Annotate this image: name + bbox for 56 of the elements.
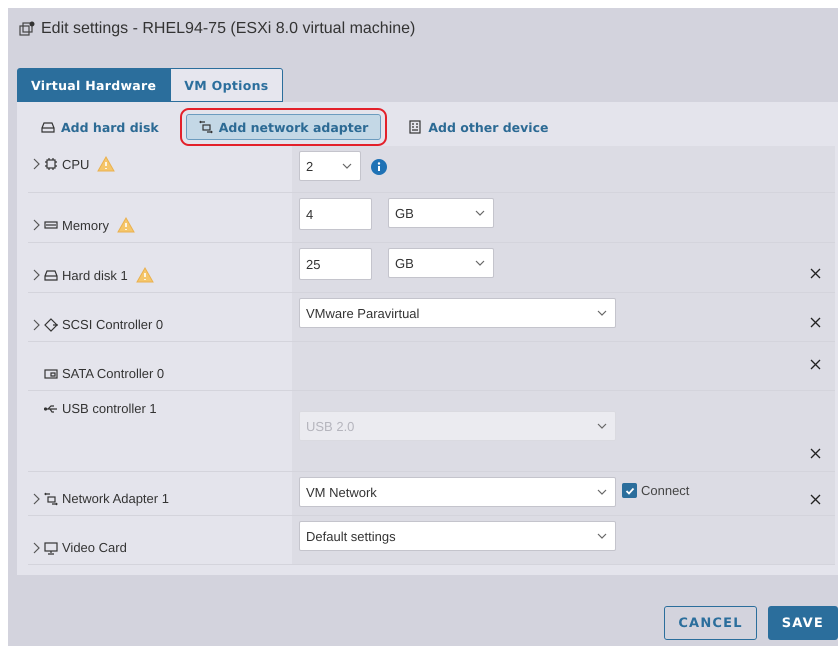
input-field[interactable]: 25 bbox=[299, 248, 372, 280]
expand-chevron-icon[interactable] bbox=[32, 492, 40, 504]
close-icon bbox=[810, 494, 820, 504]
dropdown[interactable]: GB bbox=[388, 198, 494, 228]
controller-card-icon bbox=[44, 366, 58, 380]
dialog-title: Edit settings - RHEL94-75 (ESXi 8.0 virtual machine) bbox=[41, 20, 416, 38]
expand-chevron-icon[interactable] bbox=[32, 158, 40, 170]
device-label: Memory bbox=[62, 218, 109, 232]
tab[interactable]: VM Options bbox=[170, 68, 283, 102]
warning-icon bbox=[136, 267, 154, 283]
settings-icon bbox=[19, 21, 35, 37]
dropdown[interactable]: GB bbox=[388, 248, 494, 278]
expand-chevron-icon[interactable] bbox=[32, 318, 40, 330]
diamond-icon bbox=[44, 318, 58, 332]
dropdown[interactable]: VM Network bbox=[299, 477, 616, 507]
close-icon bbox=[810, 359, 820, 370]
close-icon bbox=[810, 268, 820, 278]
expand-chevron-icon[interactable] bbox=[32, 219, 40, 231]
chevron-down-icon bbox=[597, 489, 607, 495]
toolbar-button[interactable]: Add other device bbox=[395, 114, 562, 140]
chevron-down-icon bbox=[597, 423, 607, 429]
device-label: SATA Controller 0 bbox=[62, 366, 164, 381]
chip-icon bbox=[44, 157, 58, 171]
device-label: Video Card bbox=[62, 540, 127, 555]
device-label: Hard disk 1 bbox=[62, 268, 128, 282]
warning-icon bbox=[97, 156, 116, 172]
device-panel-icon bbox=[408, 120, 422, 134]
input-field[interactable]: 4 bbox=[299, 198, 372, 230]
toolbar-button[interactable]: Add hard disk bbox=[28, 114, 172, 140]
chevron-down-icon bbox=[597, 533, 607, 539]
checkmark-icon bbox=[624, 486, 634, 496]
device-label: SCSI Controller 0 bbox=[62, 317, 164, 332]
device-label: CPU bbox=[62, 156, 90, 172]
close-icon bbox=[810, 317, 820, 328]
save-button[interactable]: SAVE bbox=[768, 606, 838, 640]
network-adapter-icon bbox=[198, 120, 213, 134]
expand-chevron-icon[interactable] bbox=[32, 542, 40, 554]
expand-chevron-icon[interactable] bbox=[32, 269, 40, 281]
dropdown[interactable]: VMware Paravirtual bbox=[299, 298, 616, 328]
monitor-icon bbox=[44, 540, 58, 554]
info-icon[interactable] bbox=[371, 159, 387, 175]
close-icon bbox=[810, 448, 820, 459]
connect-checkbox[interactable]: Connect bbox=[622, 483, 690, 498]
checkbox[interactable] bbox=[622, 483, 637, 498]
network-adapter-icon bbox=[44, 492, 58, 506]
dropdown[interactable]: Default settings bbox=[299, 521, 616, 551]
chevron-down-icon bbox=[475, 260, 485, 266]
dropdown[interactable]: 2 bbox=[299, 151, 361, 181]
device-label: Network Adapter 1 bbox=[62, 491, 169, 506]
chevron-down-icon bbox=[342, 163, 352, 169]
chevron-down-icon bbox=[597, 310, 607, 316]
device-label: USB controller 1 bbox=[62, 401, 157, 416]
chevron-down-icon bbox=[475, 210, 485, 216]
warning-icon bbox=[116, 217, 135, 233]
tab[interactable]: Virtual Hardware bbox=[17, 68, 170, 102]
cancel-button[interactable]: CANCEL bbox=[664, 606, 757, 640]
